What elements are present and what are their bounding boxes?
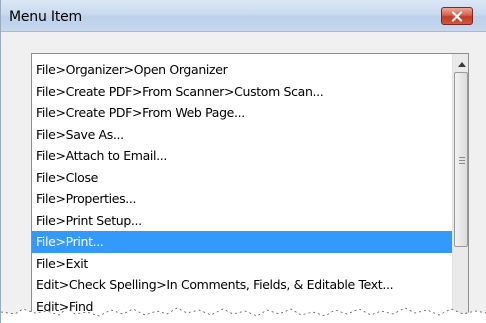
window-title: Menu Item [9,9,82,25]
close-button[interactable] [441,7,473,25]
scroll-up-button[interactable] [453,54,468,72]
list-item[interactable]: File>Close [32,167,453,189]
list-item[interactable]: File>Create PDF>From Scanner>Custom Scan… [32,81,453,103]
list-item[interactable]: File>Print... [32,231,453,253]
list-item[interactable]: File>Organizer>Open Organizer [32,59,453,81]
menu-item-listbox[interactable]: File>Organizer>Open Organizer File>Create… [31,53,469,323]
scroll-up-arrow-icon [457,54,466,72]
vertical-scrollbar[interactable] [452,54,468,322]
list-item[interactable]: File>Save As... [32,124,453,146]
list-item[interactable]: File>Attach to Email... [32,145,453,167]
menu-item-dialog: Menu Item File>Organizer>Open Organizer F… [0,0,486,323]
scroll-grip-icon [459,157,465,164]
torn-edge [1,307,486,323]
close-x-icon [451,10,463,22]
list-item[interactable]: File>Properties... [32,188,453,210]
list-item[interactable]: File>Exit [32,253,453,275]
title-bar[interactable]: Menu Item [1,0,486,32]
scroll-thumb[interactable] [454,72,468,247]
list-item[interactable]: File>Print Setup... [32,210,453,232]
menu-item-list: File>Organizer>Open Organizer File>Create… [32,59,453,317]
list-item[interactable]: File>Create PDF>From Web Page... [32,102,453,124]
